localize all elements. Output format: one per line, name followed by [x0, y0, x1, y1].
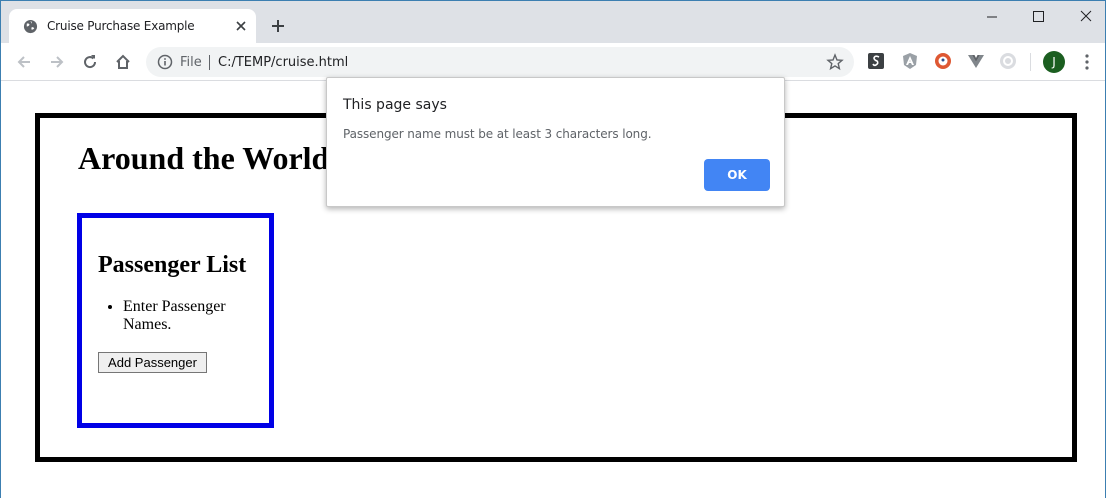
scheme-label: File	[180, 55, 202, 70]
dialog-message: Passenger name must be at least 3 charac…	[343, 127, 652, 141]
passenger-panel: Passenger List Enter Passenger Names. Ad…	[77, 213, 274, 428]
extension-s-icon[interactable]	[867, 52, 885, 70]
passenger-list: Enter Passenger Names.	[123, 298, 253, 334]
kebab-menu-icon[interactable]	[1079, 53, 1095, 71]
profile-avatar[interactable]: J	[1043, 51, 1065, 73]
list-item: Enter Passenger Names.	[123, 298, 253, 334]
home-icon[interactable]	[114, 53, 132, 71]
close-window-icon[interactable]	[1072, 7, 1100, 27]
maximize-icon[interactable]	[1024, 7, 1052, 27]
extension-vue-icon[interactable]	[967, 52, 985, 70]
page-title: Around the World	[78, 140, 330, 176]
tab-title: Cruise Purchase Example	[47, 19, 195, 33]
alert-dialog: This page says Passenger name must be at…	[326, 77, 785, 207]
ok-button[interactable]: OK	[704, 159, 770, 191]
passenger-list-heading: Passenger List	[98, 252, 247, 278]
toolbar-divider	[1030, 53, 1031, 71]
browser-window: Cruise Purchase Example File C:/TEMP/cru…	[0, 0, 1106, 498]
back-icon[interactable]	[15, 53, 33, 71]
address-divider	[209, 55, 210, 70]
close-icon[interactable]	[233, 18, 249, 34]
info-icon[interactable]	[157, 54, 173, 70]
url-text[interactable]: C:/TEMP/cruise.html	[218, 55, 348, 70]
tab-cruise-purchase[interactable]: Cruise Purchase Example	[9, 9, 256, 43]
address-bar[interactable]: File C:/TEMP/cruise.html	[146, 47, 854, 77]
browser-toolbar: File C:/TEMP/cruise.html J	[1, 43, 1105, 81]
dialog-title: This page says	[343, 97, 447, 113]
star-icon[interactable]	[826, 53, 844, 71]
extension-angular-icon[interactable]	[901, 52, 919, 70]
extension-grey-icon[interactable]	[999, 52, 1017, 70]
reload-icon[interactable]	[81, 53, 99, 71]
tab-strip: Cruise Purchase Example	[1, 1, 1105, 43]
globe-icon	[23, 19, 38, 34]
add-passenger-button[interactable]: Add Passenger	[98, 352, 207, 373]
forward-icon[interactable]	[48, 53, 66, 71]
minimize-icon[interactable]	[978, 7, 1006, 27]
extension-duckduckgo-icon[interactable]	[934, 52, 952, 70]
plus-icon[interactable]	[269, 17, 287, 35]
